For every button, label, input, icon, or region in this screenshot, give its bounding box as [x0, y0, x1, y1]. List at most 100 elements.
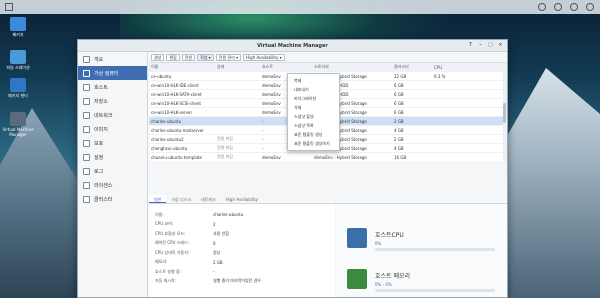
- detail-row: 이름: charles-ubuntu: [149, 210, 335, 220]
- column-header[interactable]: 클러스터: [392, 64, 432, 70]
- edit-button[interactable]: 편집: [166, 53, 180, 61]
- maximize-icon[interactable]: □: [487, 42, 494, 49]
- menu-item[interactable]: 표준 템플릿 생성: [288, 130, 339, 139]
- close-icon[interactable]: ×: [497, 42, 504, 49]
- image-icon: [83, 125, 90, 133]
- menu-item[interactable]: 스냅샷 목록: [288, 121, 339, 130]
- search-icon[interactable]: [570, 3, 578, 11]
- host-cpu-bar: [375, 248, 495, 251]
- menu-item[interactable]: 표준 템플릿 생성하기: [288, 139, 339, 148]
- column-header[interactable]: 이름: [149, 64, 215, 70]
- tab-network[interactable]: 네트워크: [196, 195, 221, 203]
- minimize-icon[interactable]: –: [477, 42, 484, 49]
- sidebar-item-cluster[interactable]: 클러스터: [78, 192, 147, 206]
- main-menu-icon[interactable]: [5, 3, 13, 11]
- action-dropdown-button[interactable]: 작업 ▾: [197, 53, 214, 61]
- package-center-icon: [10, 78, 26, 92]
- sidebar-item-log[interactable]: 로그: [78, 164, 147, 178]
- create-button[interactable]: 생성: [151, 53, 165, 61]
- sidebar-item-license[interactable]: 라이센스: [78, 178, 147, 192]
- detail-row: CPU 상대적 가중치: 정상: [149, 248, 335, 258]
- menu-item[interactable]: 스냅샷 촬영: [288, 112, 339, 121]
- desktop-icon-label: Virtual Machine Manager: [2, 127, 34, 137]
- folder-icon: [10, 50, 26, 64]
- vm-status-cell: 전원 꺼짐: [217, 145, 233, 150]
- detail-label: CPU 코어:: [155, 221, 174, 227]
- vm-size-cell: 22 GB: [394, 73, 407, 79]
- column-header[interactable]: 스토리지: [312, 64, 392, 70]
- license-icon: [83, 181, 90, 189]
- tab-virtual-disk[interactable]: 가상 디스크: [166, 195, 196, 203]
- scrollbar-thumb[interactable]: [503, 103, 506, 123]
- detail-value: 2: [213, 221, 216, 227]
- detail-label: 자동 재시작:: [155, 278, 177, 284]
- toolbar: 생성 편집 전원 작업 ▾ 전원 관리 ▾ High Availability …: [149, 52, 507, 62]
- sidebar-item-label: 로그: [94, 168, 104, 175]
- tab-high-availability[interactable]: High Availability: [221, 195, 263, 203]
- sidebar-item-network[interactable]: 네트워크: [78, 108, 147, 122]
- sidebar-item-label: 라이센스: [94, 182, 113, 189]
- detail-label: 예약된 CPU 스레드:: [155, 240, 190, 246]
- desktop-icon-package-center[interactable]: 패키지 센터: [0, 78, 36, 99]
- vm-cpu-cell: 0.3 %: [434, 73, 446, 79]
- column-header[interactable]: 호스트: [260, 64, 312, 70]
- vm-name-cell: chuaniu-ubuntu template: [151, 154, 202, 160]
- vm-name-cell: charles-ubuntu2: [151, 136, 184, 142]
- detail-value: 2 GB: [213, 259, 223, 265]
- power-button[interactable]: 전원: [181, 53, 196, 61]
- desktop-icon-vmm[interactable]: Virtual Machine Manager: [0, 112, 36, 137]
- sidebar-item-host[interactable]: 호스트: [78, 80, 147, 94]
- host-memory-title: 호스트 메모리: [375, 273, 411, 280]
- sidebar-item-protection[interactable]: 보호: [78, 136, 147, 150]
- table-scrollbar[interactable]: [503, 63, 507, 161]
- sidebar-item-overview[interactable]: 개요: [78, 52, 147, 66]
- vm-size-cell: 4 GB: [394, 127, 404, 133]
- window-title-bar[interactable]: Virtual Machine Manager ? – □ ×: [78, 40, 507, 52]
- detail-label: CPU 상대적 가중치:: [155, 249, 190, 255]
- high-availability-dropdown-button[interactable]: High Availability ▾: [243, 53, 285, 61]
- host-memory-block: 호스트 메모리 0% - 0%: [347, 269, 495, 292]
- detail-label: 호스트 실행 중:: [155, 268, 181, 274]
- overview-icon: [83, 55, 90, 63]
- host-memory-bar: [375, 289, 495, 292]
- sidebar-item-virtual-machine[interactable]: 가상 컴퓨터: [78, 66, 147, 80]
- vm-size-cell: 6 GB: [394, 82, 404, 88]
- table-row[interactable]: chuaniu-ubuntu template 전원 꺼짐 demoEnv demoE…: [149, 153, 507, 161]
- host-cpu-block: 호스트CPU 0%: [347, 228, 495, 251]
- vm-name-cell: ce-win10-HLK-SATA-client: [151, 91, 202, 97]
- column-header[interactable]: 상태: [215, 64, 260, 70]
- sidebar-item-settings[interactable]: 설정: [78, 150, 147, 164]
- vm-status-cell: 전원 꺼짐: [217, 136, 233, 141]
- menu-item[interactable]: 삭제: [288, 103, 339, 112]
- detail-value: charles-ubuntu: [213, 212, 244, 218]
- vmm-window: Virtual Machine Manager ? – □ × 개요 가상 컴퓨…: [77, 39, 508, 298]
- sidebar-item-label: 저장소: [94, 98, 108, 105]
- vm-name-cell: ce-win10-HLK-SCSI-client: [151, 100, 201, 106]
- desktop-icon-file-station[interactable]: 파일 스테이션: [0, 50, 36, 71]
- tab-general[interactable]: 일반: [149, 195, 167, 203]
- widgets-icon[interactable]: [586, 3, 594, 11]
- help-icon[interactable]: ?: [467, 42, 474, 49]
- desktop-icon-package[interactable]: 패키지: [0, 17, 36, 38]
- power-management-dropdown-button[interactable]: 전원 관리 ▾: [215, 53, 242, 61]
- chat-icon[interactable]: [538, 3, 546, 11]
- vm-name-cell: ce-ubuntu: [151, 73, 172, 79]
- vm-icon: [83, 69, 90, 77]
- menu-item[interactable]: 마이그레이션: [288, 94, 339, 103]
- detail-value: 실행 중이 마지막이었던 경우: [213, 278, 261, 284]
- sidebar-item-label: 네트워크: [94, 112, 113, 119]
- sidebar-item-label: 이미지: [94, 126, 108, 133]
- sidebar-item-image[interactable]: 이미지: [78, 122, 147, 136]
- host-memory-value: 0% - 0%: [375, 282, 392, 287]
- vm-size-cell: 2 GB: [394, 136, 404, 142]
- sidebar-item-storage[interactable]: 저장소: [78, 94, 147, 108]
- sidebar-item-label: 클러스터: [94, 196, 113, 203]
- vm-size-cell: 6 GB: [394, 109, 404, 115]
- menu-item[interactable]: 복제: [288, 76, 339, 85]
- menu-item[interactable]: 내보내기: [288, 85, 339, 94]
- user-icon[interactable]: [554, 3, 562, 11]
- vm-name-cell: ce-win10-HLK-IDE-client: [151, 82, 199, 88]
- detail-row: 메모리: 2 GB: [149, 258, 335, 268]
- detail-row: 자동 재시작: 실행 중이 마지막이었던 경우: [149, 277, 335, 287]
- column-header[interactable]: CPU: [432, 65, 462, 70]
